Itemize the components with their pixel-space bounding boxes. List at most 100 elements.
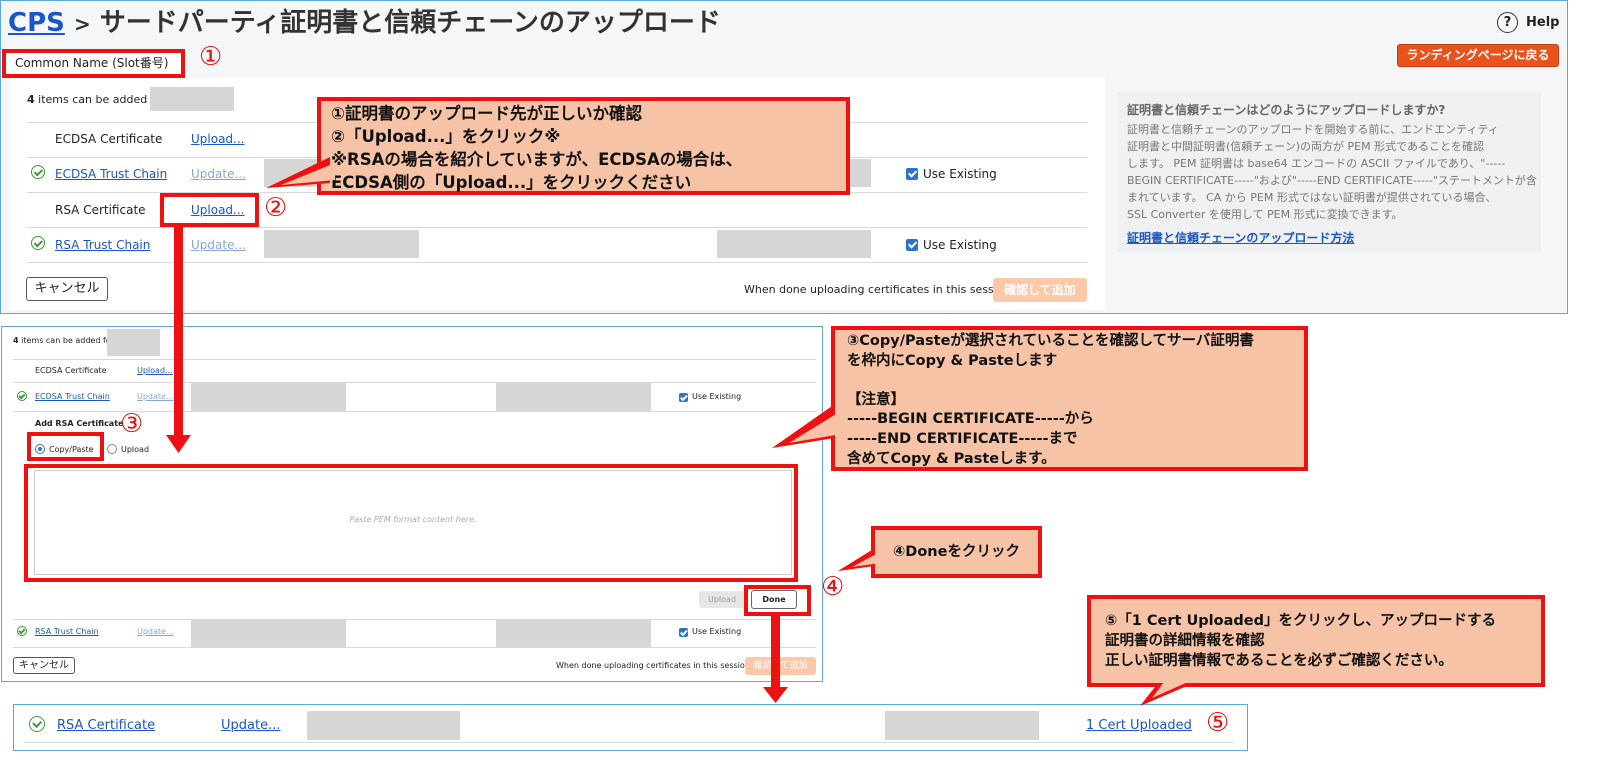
pem-textarea[interactable]: Paste PEM format content here. — [34, 470, 792, 575]
add-rsa-certificate-label: Add RSA Certificate — [35, 419, 124, 428]
help-line: 証明書と信頼チェーンのアップロードを開始する前に、エンドエンティティ — [1127, 123, 1499, 136]
landing-page-button[interactable]: ランディングページに戻る — [1397, 44, 1559, 67]
ecdsa-certificate-upload-link[interactable]: Upload... — [191, 132, 245, 146]
use-existing-label: Use Existing — [692, 627, 742, 636]
help-label: Help — [1526, 14, 1560, 30]
help-button[interactable]: ? Help — [1497, 10, 1559, 34]
common-name-label: Common Name (Slot番号) — [15, 56, 169, 70]
callout-step1-2: ①証明書のアップロード先が正しいか確認 ②「Upload...」をクリック※ ※… — [317, 97, 850, 195]
cert-uploaded-link[interactable]: 1 Cert Uploaded — [1086, 718, 1192, 733]
status-ok-icon — [31, 236, 45, 250]
help-line: SSL Converter を使用して PEM 形式に変換できます。 — [1127, 208, 1403, 221]
use-existing-checkbox[interactable] — [679, 393, 688, 402]
items-count: 4 — [27, 93, 35, 106]
row-label: RSA Certificate — [55, 203, 146, 217]
chain-value-redacted — [717, 230, 871, 258]
mid-ecdsa-chain-update-link[interactable]: Update... — [137, 392, 174, 401]
step2-marker: ② — [264, 193, 288, 223]
radio-unselected-icon — [107, 444, 117, 454]
breadcrumb: CPS > サードパーティ証明書と信頼チェーンのアップロード — [8, 2, 721, 38]
callout-line: ①証明書のアップロード先が正しいか確認 — [331, 104, 642, 123]
row-label: ECDSA Certificate — [55, 132, 163, 146]
callout-line: 証明書の詳細情報を確認 — [1105, 633, 1265, 649]
chain-value-redacted — [191, 619, 346, 647]
items-info-text: items can be added for — [21, 336, 114, 345]
bottom-rsa-certificate-update-link[interactable]: Update... — [221, 718, 280, 733]
radio-upload[interactable]: Upload — [107, 443, 149, 455]
callout-line: 含めてCopy & Pasteします。 — [847, 450, 1056, 467]
top-row-rsa-chain: RSA Trust Chain Update... Use Existing — [0, 227, 1100, 262]
common-name-box: Common Name (Slot番号) — [2, 49, 185, 78]
ecdsa-trust-chain-update-link[interactable]: Update... — [191, 167, 246, 181]
confirm-add-button[interactable]: 確認して追加 — [993, 278, 1087, 302]
use-existing-label: Use Existing — [923, 167, 997, 181]
callout-line: ※RSAの場合を紹介していますが、ECDSAの場合は、 — [331, 150, 743, 169]
radio-copy-paste[interactable]: Copy/Paste — [35, 443, 94, 455]
upload-highlight-box — [160, 193, 259, 227]
callout-line — [847, 371, 1304, 391]
callout-line: を枠内にCopy & Pasteします — [847, 352, 1058, 369]
cert-value-redacted — [307, 711, 460, 740]
use-existing-checkbox[interactable] — [906, 239, 918, 251]
done-button[interactable]: Done — [751, 590, 797, 609]
help-line: まれています。 CA から PEM 形式ではない証明書が提供されている場合、 — [1127, 191, 1497, 204]
status-ok-icon — [17, 626, 27, 636]
mid-cancel-button[interactable]: キャンセル — [13, 657, 75, 674]
step4-marker: ④ — [821, 572, 845, 602]
bottom-rsa-certificate-link[interactable]: RSA Certificate — [57, 718, 155, 733]
help-upload-method-link[interactable]: 証明書と信頼チェーンのアップロード方法 — [1127, 229, 1354, 246]
help-line: 証明書と中間証明書(信頼チェーン)の両方が PEM 形式であることを確認 — [1127, 140, 1484, 153]
callout-line: ②「Upload...」をクリック※ — [331, 127, 561, 146]
help-line: します。 PEM 証明書は base64 エンコードの ASCII ファイルであ… — [1127, 157, 1506, 170]
cancel-button[interactable]: キャンセル — [26, 277, 108, 301]
help-panel-title: 証明書と信頼チェーンはどのようにアップロードしますか? — [1127, 103, 1446, 117]
cert-value-redacted — [885, 711, 1039, 740]
slot-value-redacted — [150, 87, 234, 111]
help-line: BEGIN CERTIFICATE-----"および"-----END CERT… — [1127, 174, 1537, 187]
ecdsa-trust-chain-link[interactable]: ECDSA Trust Chain — [55, 167, 167, 181]
status-ok-icon — [31, 165, 45, 179]
done-session-text: When done uploading certificates in this… — [744, 283, 1015, 296]
chain-value-redacted — [264, 159, 324, 187]
items-count: 4 — [13, 336, 19, 345]
callout-line: 【注意】 — [847, 391, 905, 408]
mid-confirm-add-button[interactable]: 確認して追加 — [745, 657, 816, 675]
help-icon: ? — [1497, 11, 1518, 33]
callout-line: ECDSA側の「Upload...」をクリックください — [331, 173, 692, 192]
mid-ecdsa-cert-label: ECDSA Certificate — [35, 366, 107, 375]
mid-done-session-text: When done uploading certificates in this… — [556, 661, 753, 670]
callout-step3: ③Copy/Pasteが選択されていることを確認してサーバ証明書 を枠内にCop… — [831, 326, 1308, 471]
breadcrumb-separator: > — [73, 12, 91, 36]
step5-marker: ⑤ — [1206, 708, 1230, 738]
radio-selected-icon — [35, 444, 45, 454]
callout-line: ④Doneをクリック — [893, 544, 1020, 560]
step1-marker: ① — [199, 42, 223, 72]
mid-ecdsa-chain-link[interactable]: ECDSA Trust Chain — [35, 392, 110, 401]
use-existing-checkbox[interactable] — [906, 168, 918, 180]
help-panel: 証明書と信頼チェーンはどのようにアップロードしますか? 証明書と信頼チェーンのア… — [1117, 92, 1541, 252]
rsa-trust-chain-link[interactable]: RSA Trust Chain — [55, 238, 150, 252]
callout-line: -----BEGIN CERTIFICATE-----から — [847, 411, 1094, 428]
page-title: サードパーティ証明書と信頼チェーンのアップロード — [99, 8, 721, 38]
callout-line: ③Copy/Pasteが選択されていることを確認してサーバ証明書 — [847, 333, 1254, 349]
chain-value-redacted — [264, 230, 419, 258]
pem-textarea-placeholder: Paste PEM format content here. — [349, 515, 477, 524]
callout-line: ⑤「1 Cert Uploaded」をクリックし、アップロードする — [1105, 613, 1496, 629]
down-arrow-head — [763, 687, 788, 703]
radio-upload-label: Upload — [121, 444, 150, 454]
bottom-section — [13, 704, 1248, 751]
upload-button[interactable]: Upload — [699, 591, 745, 608]
mid-rsa-chain-link[interactable]: RSA Trust Chain — [35, 627, 99, 636]
use-existing-checkbox[interactable] — [679, 628, 688, 637]
callout-step4: ④Doneをクリック — [871, 526, 1042, 578]
status-ok-icon — [17, 391, 27, 401]
breadcrumb-cps-link[interactable]: CPS — [8, 8, 65, 38]
mid-rsa-chain-update-link[interactable]: Update... — [137, 627, 174, 636]
help-panel-body: 証明書と信頼チェーンのアップロードを開始する前に、エンドエンティティ 証明書と中… — [1127, 121, 1537, 223]
items-info: 4 items can be added for — [27, 93, 166, 106]
chain-value-redacted — [496, 383, 651, 411]
rsa-trust-chain-update-link[interactable]: Update... — [191, 238, 246, 252]
callout-line: -----END CERTIFICATE-----まで — [847, 430, 1078, 447]
items-info-text: items can be added for — [38, 93, 166, 106]
mid-ecdsa-cert-upload-link[interactable]: Upload... — [137, 366, 173, 375]
